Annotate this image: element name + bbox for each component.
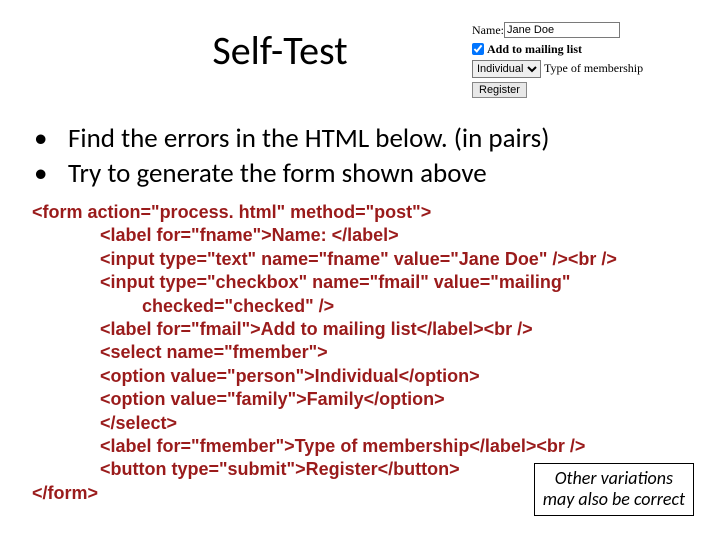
code-line: <label for="fmail">Add to mailing list</… xyxy=(32,318,692,341)
code-line: </select> xyxy=(32,412,692,435)
form-membership-label: Type of membership xyxy=(544,60,643,77)
code-line: <option value="family">Family</option> xyxy=(32,388,692,411)
form-membership-select[interactable]: Individual xyxy=(472,60,541,78)
form-register-button[interactable]: Register xyxy=(472,82,527,98)
bullet-item: • Find the errors in the HTML below. (in… xyxy=(32,122,692,156)
code-line: <option value="person">Individual</optio… xyxy=(32,365,692,388)
code-block: <form action="process. html" method="pos… xyxy=(32,201,692,505)
form-name-input[interactable] xyxy=(504,22,620,38)
code-line: <input type="text" name="fname" value="J… xyxy=(32,248,692,271)
note-line1: Other variations xyxy=(555,467,673,489)
form-register-row: Register xyxy=(472,80,692,98)
note-line2: may also be correct xyxy=(543,488,685,510)
form-demo: Name: Add to mailing list Individual Typ… xyxy=(472,22,692,100)
code-line: <form action="process. html" method="pos… xyxy=(32,202,431,222)
slide: Self-Test Name: Add to mailing list Indi… xyxy=(0,0,720,540)
bullet-list: • Find the errors in the HTML below. (in… xyxy=(32,122,692,192)
form-name-label: Name: xyxy=(472,22,504,39)
code-line: <label for="fmember">Type of membership<… xyxy=(32,435,692,458)
note-box: Other variations may also be correct xyxy=(534,463,694,516)
code-line: <label for="fname">Name: </label> xyxy=(32,224,692,247)
code-line: <input type="checkbox" name="fmail" valu… xyxy=(32,271,692,294)
bullet-text: Find the errors in the HTML below. (in p… xyxy=(68,122,549,156)
form-mailing-row: Add to mailing list xyxy=(472,41,692,58)
form-mailing-label: Add to mailing list xyxy=(487,41,582,58)
code-line: <select name="fmember"> xyxy=(32,341,692,364)
bullet-dot-icon: • xyxy=(32,157,68,191)
code-line: </form> xyxy=(32,483,98,503)
code-line: checked="checked" /> xyxy=(32,295,692,318)
form-membership-row: Individual Type of membership xyxy=(472,60,692,78)
bullet-item: • Try to generate the form shown above xyxy=(32,157,692,191)
bullet-dot-icon: • xyxy=(32,122,68,156)
bullet-text: Try to generate the form shown above xyxy=(68,157,487,191)
slide-title: Self-Test xyxy=(28,26,472,75)
form-mailing-checkbox[interactable] xyxy=(472,43,484,55)
header-row: Self-Test Name: Add to mailing list Indi… xyxy=(28,18,692,100)
form-name-row: Name: xyxy=(472,22,692,39)
